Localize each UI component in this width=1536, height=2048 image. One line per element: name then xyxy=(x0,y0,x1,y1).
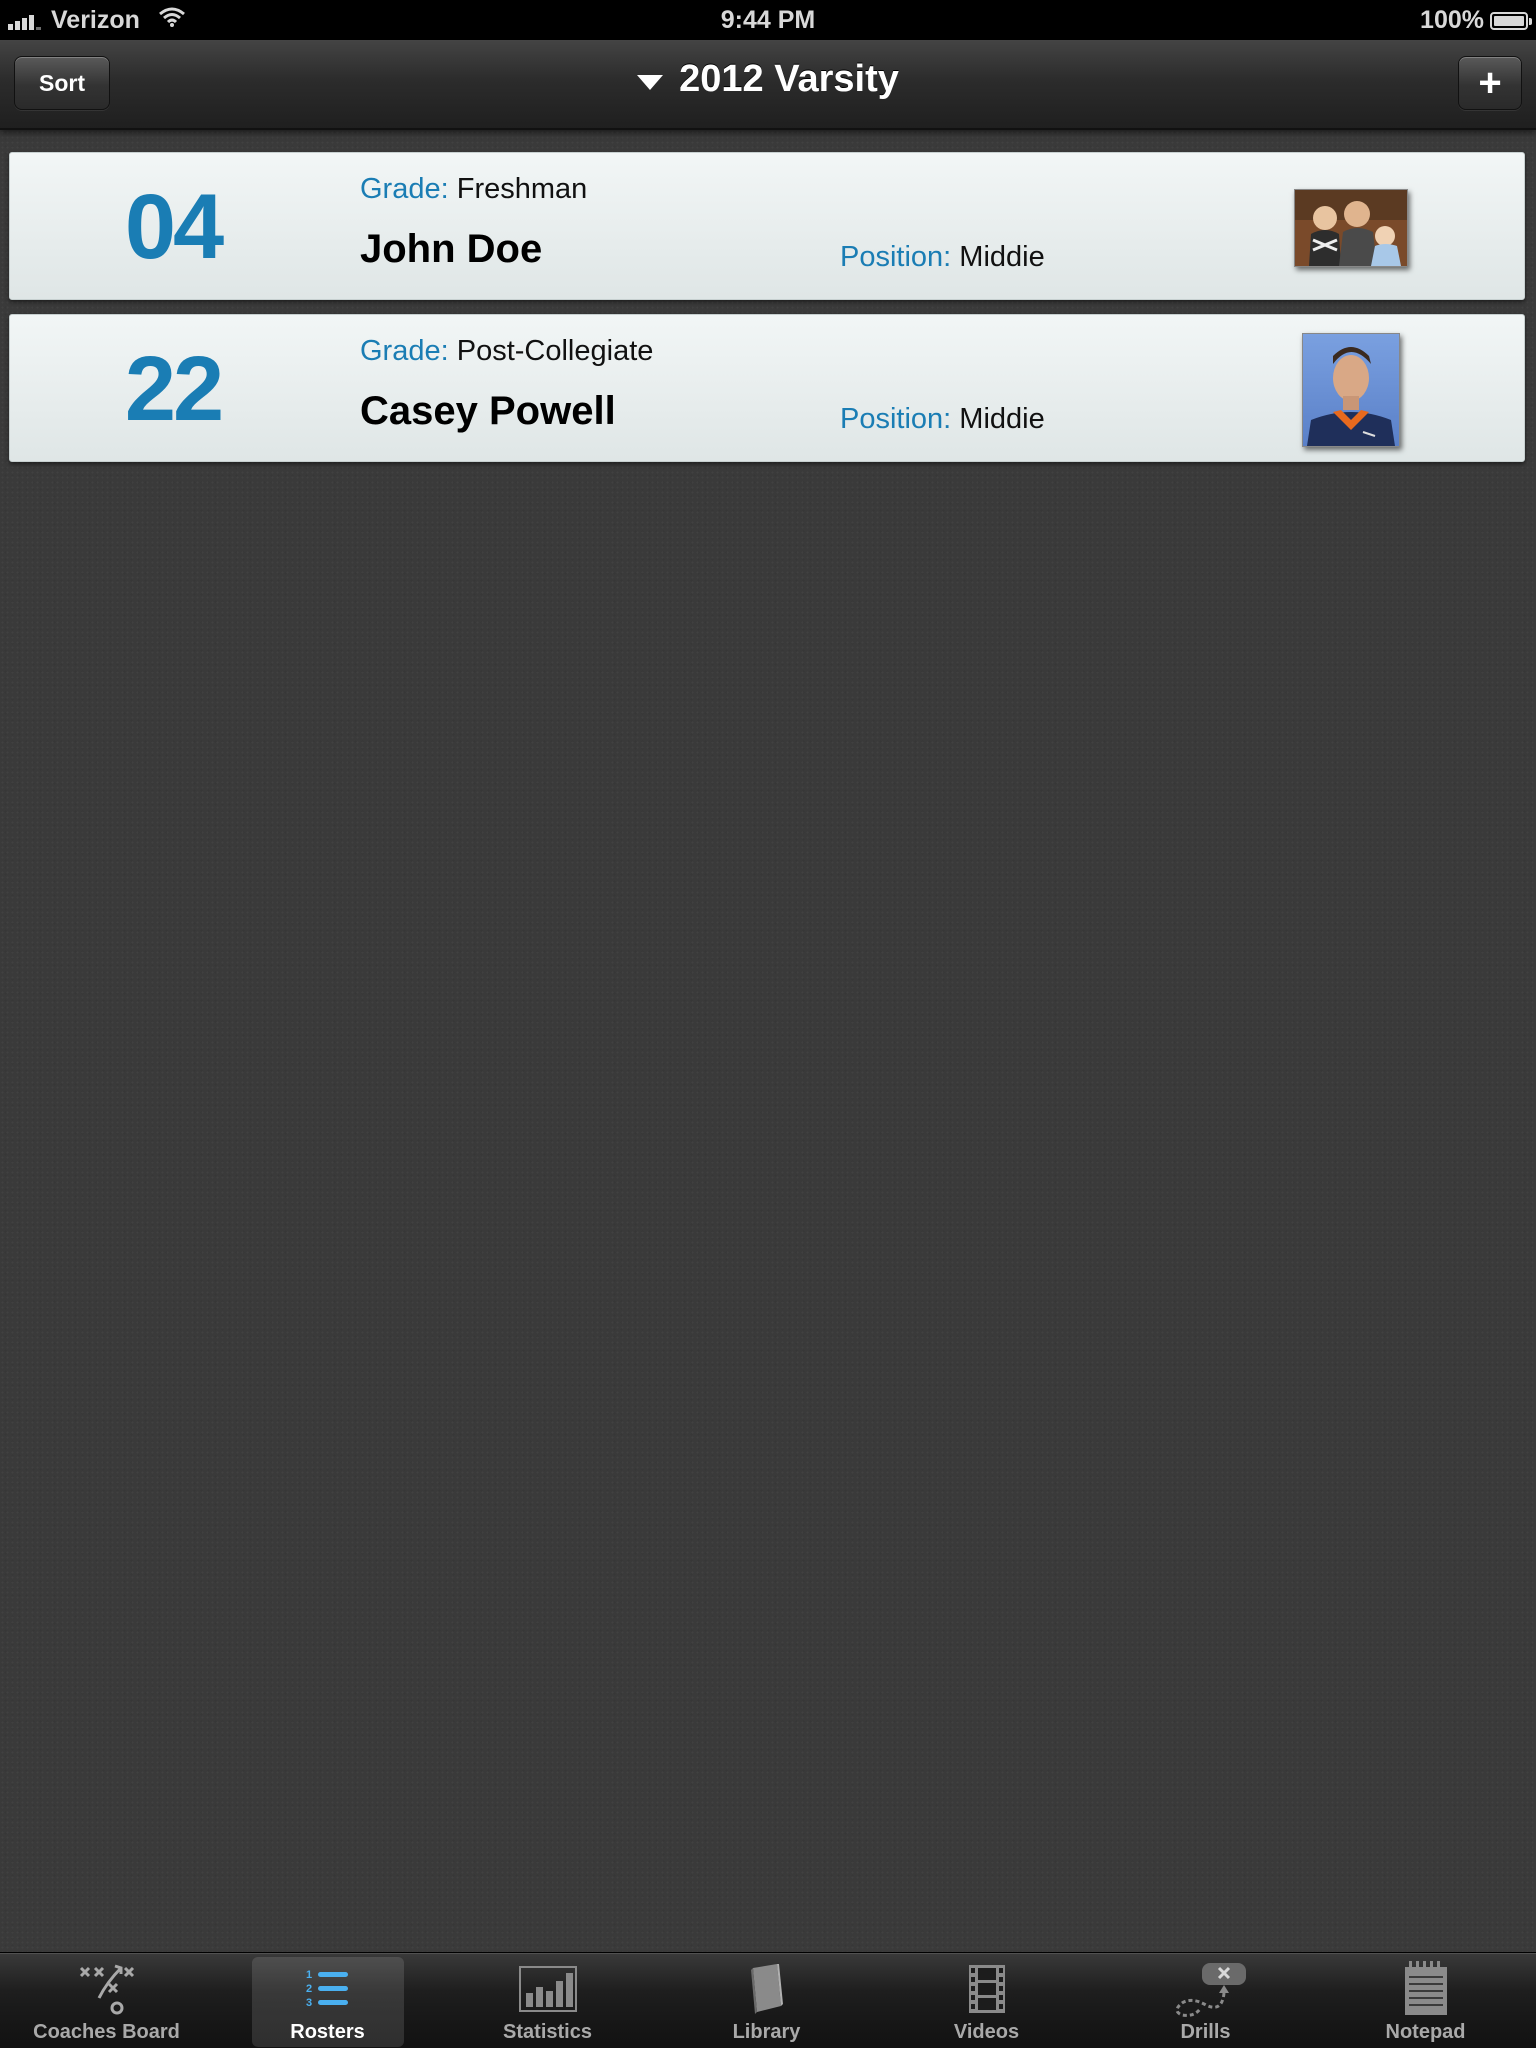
dropdown-caret-icon xyxy=(637,75,664,90)
tab-notepad[interactable]: Notepad xyxy=(1316,1953,1535,2048)
battery-percent: 100% xyxy=(1420,6,1484,34)
position-line: Position: Middie xyxy=(840,241,1045,274)
position-value: Middie xyxy=(959,403,1045,435)
tab-label: Statistics xyxy=(503,2021,592,2043)
book-icon xyxy=(657,1961,876,2017)
tab-videos[interactable]: Videos xyxy=(877,1953,1096,2048)
tab-label: Coaches Board xyxy=(33,2021,180,2043)
notepad-icon xyxy=(1316,1961,1535,2017)
grade-line: Grade: Post-Collegiate xyxy=(360,335,653,368)
add-player-button[interactable]: + xyxy=(1458,56,1522,110)
player-name: John Doe xyxy=(360,227,543,271)
position-label: Position: xyxy=(840,241,952,273)
jersey-number: 22 xyxy=(124,338,224,440)
grade-label: Grade: xyxy=(360,335,449,367)
tab-library[interactable]: Library xyxy=(657,1953,876,2048)
player-photo xyxy=(1302,333,1400,447)
player-photo xyxy=(1294,189,1408,267)
tab-label: Notepad xyxy=(1385,2021,1466,2043)
svg-text:2: 2 xyxy=(306,1983,312,1995)
tab-bar: Coaches Board 1 2 3 Rosters Statistics Lib… xyxy=(0,1952,1536,2048)
position-label: Position: xyxy=(840,403,952,435)
tab-label: Drills xyxy=(1180,2021,1231,2043)
svg-text:3: 3 xyxy=(306,1997,312,2009)
play-diagram-icon xyxy=(0,1961,216,2017)
film-icon xyxy=(877,1961,1096,2017)
tab-coaches-board[interactable]: Coaches Board xyxy=(0,1953,216,2048)
jersey-number: 04 xyxy=(124,176,224,278)
drill-path-icon xyxy=(1096,1961,1315,2017)
position-line: Position: Middie xyxy=(840,403,1045,436)
tab-label: Rosters xyxy=(290,2021,365,2043)
grade-line: Grade: Freshman xyxy=(360,173,587,206)
tab-drills[interactable]: Drills xyxy=(1096,1953,1315,2048)
tab-label: Library xyxy=(732,2021,801,2043)
grade-value: Post-Collegiate xyxy=(456,335,654,367)
grade-label: Grade: xyxy=(360,173,449,205)
status-bar: Verizon 9:44 PM 100% xyxy=(0,0,1536,40)
position-value: Middie xyxy=(959,241,1045,273)
roster-list: 04 Grade: Freshman John Doe Position: Mi… xyxy=(9,152,1525,476)
tab-statistics[interactable]: Statistics xyxy=(438,1953,657,2048)
status-time: 9:44 PM xyxy=(720,6,816,34)
battery-icon xyxy=(1490,11,1532,30)
svg-text:1: 1 xyxy=(306,1969,312,1981)
team-selector[interactable]: 2012 Varsity xyxy=(0,58,1536,101)
player-name: Casey Powell xyxy=(360,389,616,433)
player-row[interactable]: 04 Grade: Freshman John Doe Position: Mi… xyxy=(9,152,1525,300)
page-title: 2012 Varsity xyxy=(679,58,899,100)
tab-rosters[interactable]: 1 2 3 Rosters xyxy=(218,1953,437,2048)
navigation-bar: Sort 2012 Varsity + xyxy=(0,40,1536,130)
grade-value: Freshman xyxy=(456,173,588,205)
bar-chart-icon xyxy=(438,1961,657,2017)
player-row[interactable]: 22 Grade: Post-Collegiate Casey Powell P… xyxy=(9,314,1525,462)
numbered-list-icon: 1 2 3 xyxy=(218,1961,437,2017)
tab-label: Videos xyxy=(953,2021,1020,2043)
status-right: 100% xyxy=(1420,6,1532,35)
